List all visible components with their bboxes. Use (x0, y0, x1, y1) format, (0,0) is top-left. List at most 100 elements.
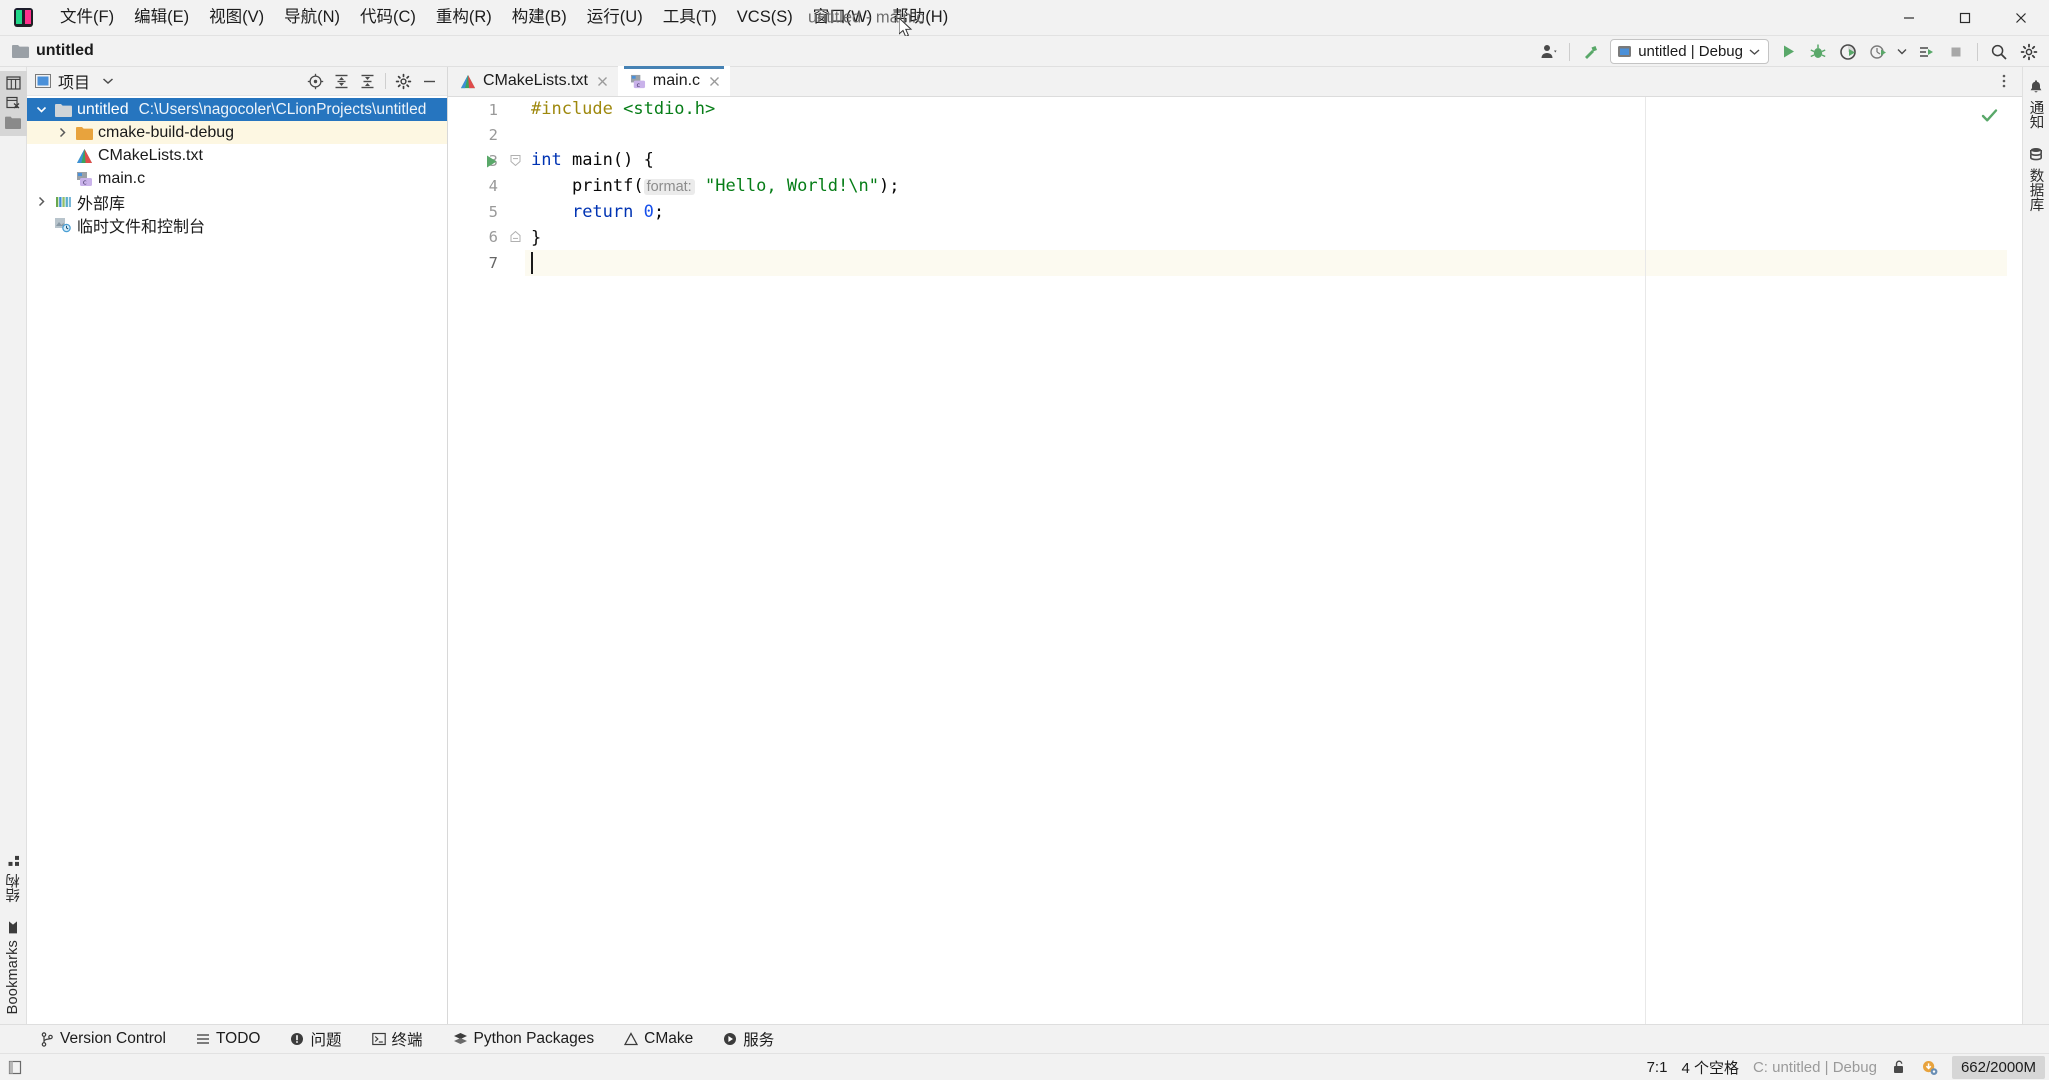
code-token (633, 202, 643, 222)
run-configuration-icon (1617, 44, 1632, 59)
tree-node-untitled[interactable]: untitled C:\Users\nagocoler\CLionProject… (27, 98, 447, 121)
structure-bar-icon[interactable] (6, 76, 21, 90)
more-options-icon[interactable] (1996, 73, 2012, 89)
expand-all-icon[interactable] (329, 70, 354, 93)
tree-node-external-libraries[interactable]: 外部库 (27, 190, 447, 213)
profiler-dropdown-icon[interactable] (1894, 39, 1910, 64)
code-token: <stdio.h> (623, 99, 715, 119)
run-with-coverage-button[interactable] (1834, 39, 1862, 64)
ide-update-icon[interactable] (1921, 1059, 1938, 1076)
fold-close-icon[interactable] (509, 230, 522, 243)
editor-tab-main-c-label: main.c (653, 72, 700, 90)
tree-node-main-c[interactable]: c main.c (27, 167, 447, 190)
project-name-label[interactable]: untitled (36, 42, 94, 60)
code-token: "Hello, World!\n" (705, 176, 879, 196)
scratches-icon (52, 217, 74, 233)
fold-open-icon[interactable] (509, 154, 522, 167)
status-bar-right: 7:1 4 个空格 C: untitled | Debug 662/2000M (1647, 1056, 2045, 1079)
gear-icon[interactable] (2015, 39, 2043, 64)
editor-scrollbar[interactable] (2007, 97, 2022, 1024)
code-token: int (531, 150, 562, 170)
project-panel-title[interactable]: 项目 (58, 69, 90, 93)
profiler-button[interactable] (1864, 39, 1892, 64)
close-icon[interactable] (707, 76, 722, 87)
editor-area: CMakeLists.txt c main.c (448, 67, 2022, 1024)
bottom-tab-version-control[interactable]: Version Control (36, 1028, 170, 1050)
bottom-tab-services[interactable]: 服务 (719, 1026, 778, 1052)
sidebar-item-bookmarks[interactable]: Bookmarks (5, 915, 21, 1018)
run-button[interactable] (1774, 39, 1802, 64)
menu-edit[interactable]: 编辑(E) (124, 3, 199, 32)
menu-refactor[interactable]: 重构(R) (426, 3, 502, 32)
caret-position[interactable]: 7:1 (1647, 1059, 1668, 1076)
minimize-button[interactable] (1881, 0, 1937, 36)
indent-setting[interactable]: 4 个空格 (1681, 1057, 1739, 1078)
bottom-tab-cmake[interactable]: CMake (620, 1028, 697, 1050)
editor-gutter[interactable]: 1 2 3 4 5 6 7 (448, 97, 508, 1024)
search-everywhere-icon[interactable] (1985, 39, 2013, 64)
editor-tab-cmakelists[interactable]: CMakeLists.txt (448, 66, 618, 96)
project-folder-icon[interactable] (5, 116, 21, 129)
attach-to-process-button[interactable] (1912, 39, 1940, 64)
code-token: ; (654, 202, 664, 222)
stop-button[interactable] (1942, 39, 1970, 64)
menu-vcs[interactable]: VCS(S) (727, 3, 803, 32)
bottom-tab-todo[interactable]: TODO (192, 1028, 265, 1050)
show-tool-windows-icon[interactable] (7, 1059, 24, 1076)
bottom-tab-services-label: 服务 (743, 1028, 774, 1050)
chevron-collapsed-icon[interactable] (52, 127, 73, 138)
inspection-ok-check-icon[interactable] (1981, 107, 1998, 124)
editor-fold-column[interactable] (508, 97, 525, 1024)
maximize-button[interactable] (1937, 0, 1993, 36)
code-line-2 (525, 123, 2022, 149)
window-title: untitled - main.c (808, 8, 924, 27)
menu-navigate[interactable]: 导航(N) (274, 3, 350, 32)
tree-node-cmakelists[interactable]: CMakeLists.txt (27, 144, 447, 167)
menu-tools[interactable]: 工具(T) (653, 3, 727, 32)
bottom-tab-terminal[interactable]: 终端 (368, 1026, 427, 1052)
svg-text:c: c (82, 178, 86, 186)
chevron-expanded-icon[interactable] (31, 105, 52, 114)
line-number: 6 (448, 225, 508, 251)
code-line-4: printf(format: "Hello, World!\n"); (525, 174, 2022, 201)
minimize-icon[interactable] (417, 70, 442, 93)
collapse-all-icon[interactable] (355, 70, 380, 93)
account-icon[interactable] (1534, 39, 1562, 64)
sidebar-item-structure[interactable]: 结构 (3, 850, 24, 906)
menu-run[interactable]: 运行(U) (577, 3, 653, 32)
sidebar-item-database[interactable]: 数据库 (2026, 143, 2047, 216)
editor-tab-main-c[interactable]: c main.c (618, 66, 730, 96)
editor-viewport[interactable]: 1 2 3 4 5 6 7 (448, 97, 2022, 1024)
close-button[interactable] (1993, 0, 2049, 36)
run-gutter-icon[interactable] (484, 154, 499, 169)
bottom-tab-todo-label: TODO (216, 1030, 261, 1048)
run-configuration-selector[interactable]: untitled | Debug (1610, 39, 1769, 64)
chevron-collapsed-icon[interactable] (31, 196, 52, 207)
gear-icon[interactable] (391, 70, 416, 93)
unlocked-icon[interactable] (1891, 1059, 1907, 1075)
project-panel-toolbar (303, 70, 442, 93)
code-token: return (572, 202, 633, 222)
structure-icon (7, 854, 20, 867)
menu-view[interactable]: 视图(V) (199, 3, 274, 32)
chevron-down-icon[interactable] (102, 77, 114, 85)
folder-module-icon (52, 103, 74, 117)
menu-file[interactable]: 文件(F) (50, 3, 124, 32)
code-line-5: return 0; (525, 200, 2022, 226)
select-opened-file-icon[interactable] (303, 70, 328, 93)
memory-indicator[interactable]: 662/2000M (1952, 1056, 2045, 1079)
code-line-1: #include <stdio.h> (525, 97, 2022, 123)
build-profile-label[interactable]: C: untitled | Debug (1753, 1059, 1877, 1076)
editor-code[interactable]: #include <stdio.h> int main() { printf(f… (525, 97, 2022, 1024)
tree-node-cmake-build-debug[interactable]: cmake-build-debug (27, 121, 447, 144)
sidebar-item-notifications[interactable]: 通知 (2026, 75, 2047, 133)
tree-node-scratches-and-consoles[interactable]: 临时文件和控制台 (27, 213, 447, 236)
menu-build[interactable]: 构建(B) (502, 3, 577, 32)
build-hammer-icon[interactable] (1577, 39, 1605, 64)
bottom-tab-python-packages[interactable]: Python Packages (449, 1028, 599, 1050)
commit-icon[interactable] (6, 96, 21, 110)
debug-button[interactable] (1804, 39, 1832, 64)
close-icon[interactable] (595, 76, 610, 87)
menu-code[interactable]: 代码(C) (350, 3, 426, 32)
bottom-tab-problems[interactable]: 问题 (286, 1026, 345, 1052)
